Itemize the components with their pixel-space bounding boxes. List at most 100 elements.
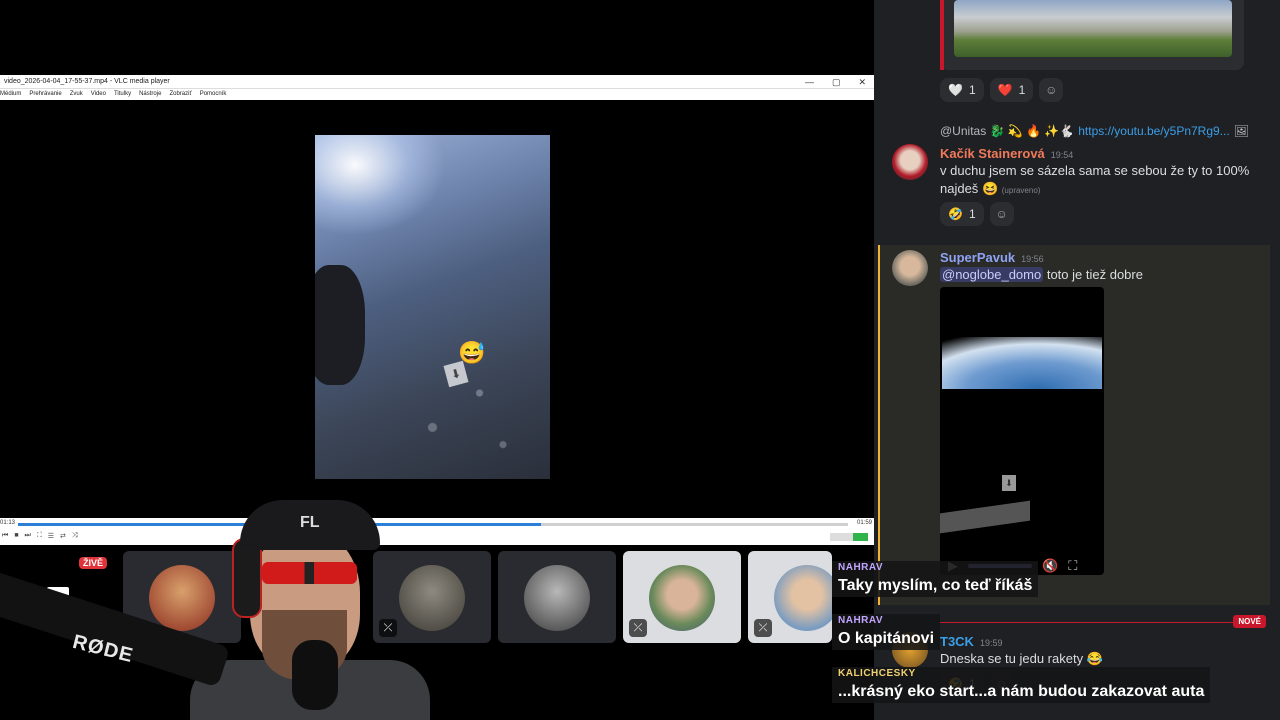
seek-progress	[18, 523, 541, 526]
minimize-button[interactable]: —	[805, 75, 814, 89]
edited-label: (upraveno)	[1001, 186, 1041, 195]
reaction-count: 1	[968, 83, 976, 97]
participant-tile[interactable]: ⤫	[748, 551, 832, 643]
message-text: Dneska se tu jedu rakety 😂	[940, 650, 1260, 668]
avatar	[399, 565, 465, 631]
participant-strip: ŽIVĚ ⤫ ⤫ ⤫	[0, 545, 874, 650]
menu-playback[interactable]: Prehrávanie	[29, 89, 61, 100]
participant-tile[interactable]: ⤫	[623, 551, 741, 643]
muted-icon: ⤫	[754, 619, 772, 637]
joy-emoji: 😂	[1086, 651, 1103, 666]
menu-help[interactable]: Pomocník	[200, 89, 227, 100]
new-badge: NOVÉ	[1233, 615, 1266, 628]
message-author[interactable]: Kačík Stainerová 19:54	[940, 146, 1073, 161]
message-author[interactable]: SuperPavuk 19:56	[940, 250, 1044, 265]
menu-video[interactable]: Video	[91, 89, 106, 100]
video-area[interactable]: 😅 ⬇	[0, 100, 874, 518]
spacecraft-hull	[315, 265, 365, 385]
next-icon[interactable]: ⏭	[25, 532, 31, 540]
microphone	[292, 640, 338, 710]
vlc-controls: 01:13 01:59 ⏮ ■ ⏭ ⛶ ☰ ⇄ ⤨	[0, 518, 874, 545]
chat-caption: NAHRAV Taky myslím, co teď říkáš	[832, 561, 1039, 597]
vlc-menubar: Médium Prehrávanie Zvuk Video Titulky Ná…	[0, 89, 874, 100]
new-messages-divider	[940, 622, 1250, 623]
author-name: SuperPavuk	[940, 250, 1016, 265]
caption-user: NAHRAV	[838, 615, 884, 626]
user-mention[interactable]: @noglobe_domo	[940, 267, 1044, 282]
stream-stage: video_2026-04-04_17-55-37.mp4 - VLC medi…	[0, 0, 1280, 720]
muted-icon: ⤫	[379, 619, 397, 637]
message-body: toto je tiež dobre	[1046, 267, 1143, 282]
seek-bar[interactable]	[18, 523, 848, 526]
reaction-row: 🤣 1 ☺	[940, 202, 1014, 226]
prev-icon[interactable]: ⏮	[2, 532, 8, 540]
avatar	[649, 565, 715, 631]
reaction-white-heart[interactable]: 🤍 1	[940, 78, 984, 102]
vlc-title: video_2026-04-04_17-55-37.mp4 - VLC medi…	[4, 78, 170, 85]
participant-tile[interactable]	[123, 551, 241, 643]
live-badge: ŽIVĚ	[79, 557, 108, 569]
vlc-titlebar: video_2026-04-04_17-55-37.mp4 - VLC medi…	[0, 75, 874, 89]
stop-icon[interactable]: ■	[14, 532, 18, 540]
avatar	[149, 565, 215, 631]
playlist-icon[interactable]: ☰	[48, 532, 54, 540]
red-heart-icon: ❤️	[997, 83, 1013, 97]
embed-spacecraft	[940, 500, 1030, 534]
maximize-button[interactable]: ▢	[832, 75, 841, 89]
volume-slider[interactable]	[830, 533, 868, 541]
message-text: @noglobe_domo toto je tiež dobre	[940, 266, 1260, 284]
shuffle-icon[interactable]: ⤨	[72, 532, 78, 540]
reaction-rofl[interactable]: 🤣 1	[940, 202, 984, 226]
message-time: 19:59	[979, 638, 1003, 648]
message-author[interactable]: T3CK 19:59	[940, 634, 1002, 649]
reply-link[interactable]: https://youtu.be/y5Pn7Rg9...	[1078, 124, 1229, 138]
white-heart-icon: 🤍	[948, 83, 963, 97]
reaction-count: 1	[1018, 83, 1026, 97]
message-time: 19:54	[1050, 150, 1074, 160]
menu-tools[interactable]: Nástroje	[139, 89, 161, 100]
image-icon: 🖼	[1233, 124, 1249, 138]
reaction-count: 1	[968, 207, 976, 221]
fullscreen-icon[interactable]: ⛶	[1068, 558, 1077, 574]
caption-user: NAHRAV	[838, 562, 884, 573]
participant-tile[interactable]: ⤫	[373, 551, 491, 643]
embed-image[interactable]	[954, 0, 1232, 57]
laugh-emoji: 😆	[981, 181, 999, 196]
avatar[interactable]	[892, 250, 928, 286]
streamer-shirt	[190, 660, 430, 720]
muted-icon: ⤫	[629, 619, 647, 637]
close-button[interactable]: ✕	[858, 75, 866, 89]
author-name: Kačík Stainerová	[940, 146, 1045, 161]
add-reaction-icon[interactable]: ☺	[989, 202, 1014, 226]
menu-view[interactable]: Zobraziť	[169, 89, 191, 100]
add-reaction-icon[interactable]: ☺	[1039, 78, 1064, 102]
rofl-icon: 🤣	[948, 207, 963, 221]
loop-icon[interactable]: ⇄	[60, 532, 66, 540]
reply-reference[interactable]: @Unitas 🐉 💫 🔥 ✨🐇 https://youtu.be/y5Pn7R…	[940, 124, 1249, 138]
author-name: T3CK	[940, 634, 974, 649]
avatar[interactable]	[892, 144, 928, 180]
fullscreen-icon[interactable]: ⛶	[37, 532, 42, 540]
embed-earth-horizon	[942, 337, 1102, 389]
participant-tile[interactable]	[498, 551, 616, 643]
video-frame-earth	[315, 135, 550, 479]
chat-caption: NAHRAV O kapitánovi	[832, 614, 941, 650]
avatar	[524, 565, 590, 631]
menu-medium[interactable]: Médium	[0, 89, 21, 100]
time-elapsed: 01:13	[0, 520, 16, 526]
caption-text: O kapitánovi	[838, 630, 935, 647]
reaction-red-heart[interactable]: ❤️ 1	[989, 78, 1034, 102]
mute-icon[interactable]: 🔇	[1042, 558, 1058, 574]
avatar	[774, 565, 832, 631]
embed-accent-bar	[940, 0, 944, 70]
video-embed[interactable]: ⬇	[940, 287, 1104, 575]
message-time: 19:56	[1021, 254, 1044, 264]
caption-user: KALICHCESKY	[838, 668, 916, 679]
message-body: Dneska se tu jedu rakety	[940, 651, 1084, 666]
menu-audio[interactable]: Zvuk	[70, 89, 83, 100]
reaction-row: 🤍 1 ❤️ 1 ☺	[940, 78, 1064, 102]
caption-text: ...krásný eko start...a nám budou zakazo…	[838, 683, 1205, 700]
screen-share-icon	[47, 587, 69, 603]
menu-subtitles[interactable]: Titulky	[114, 89, 131, 100]
discord-chat-panel: 🤍 1 ❤️ 1 ☺ @Unitas 🐉 💫 🔥 ✨🐇 https://yout…	[874, 0, 1280, 720]
